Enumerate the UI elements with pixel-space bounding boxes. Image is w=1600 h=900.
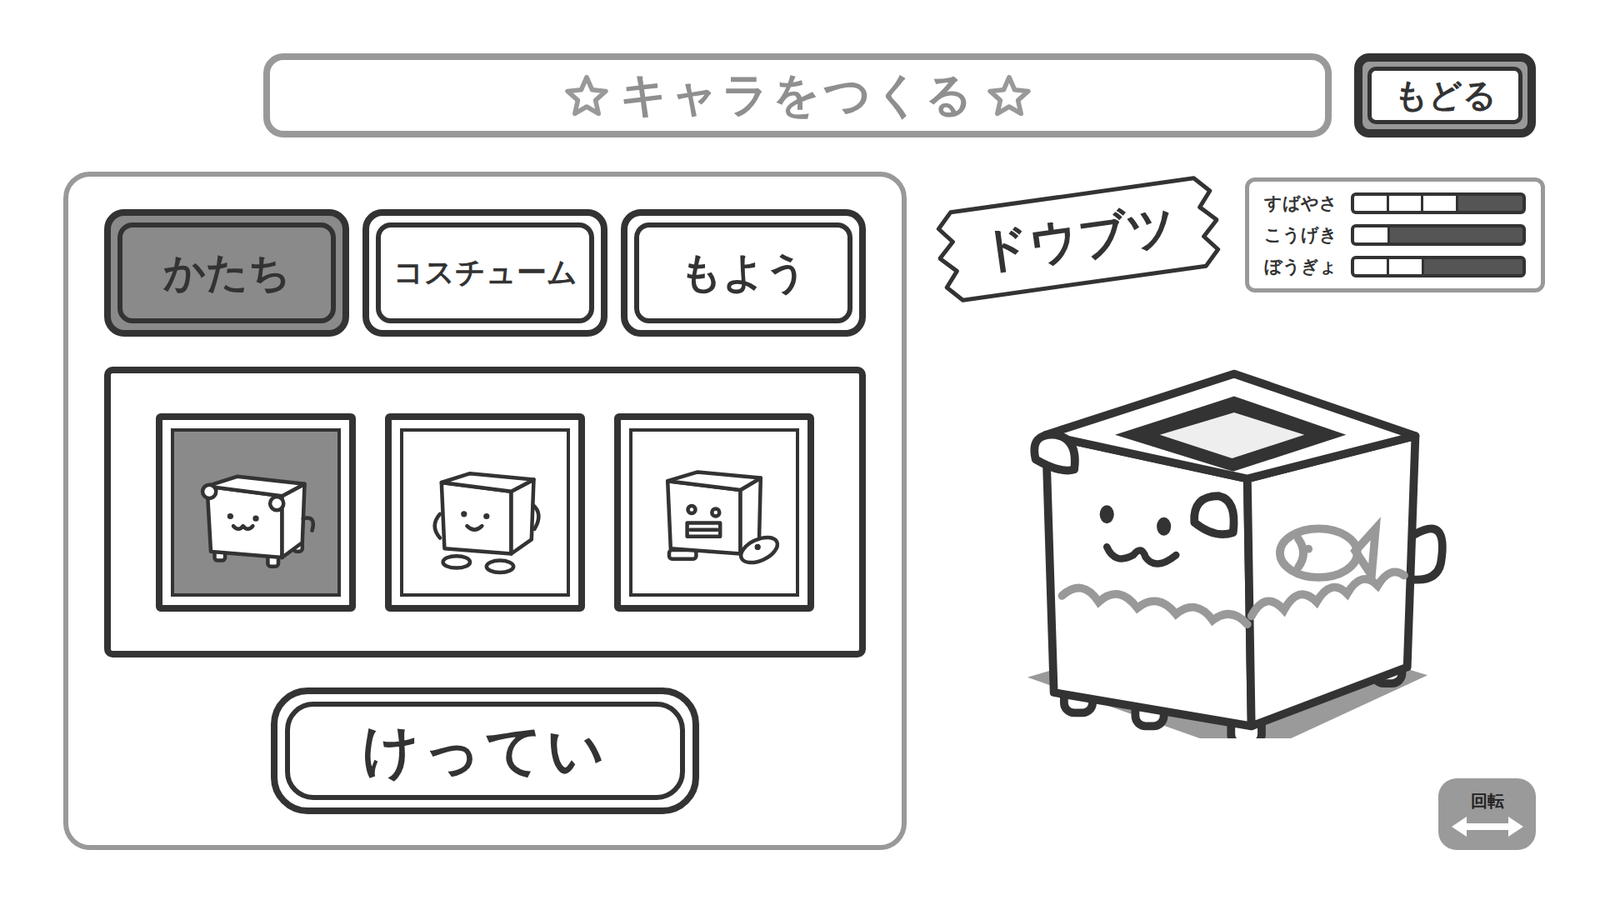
- rotate-button[interactable]: 回転: [1438, 778, 1536, 850]
- character-creator-screen: キャラをつくるもどるかたちコスチュームもようけっていドウブツすばやさこうげきぼう…: [0, 0, 1600, 900]
- tab-bar: かたちコスチュームもよう: [104, 209, 866, 337]
- star-icon: [563, 74, 610, 118]
- stat-segment: [1354, 227, 1390, 243]
- preview-area: ドウブツすばやさこうげきぼうぎょ回転: [906, 171, 1536, 850]
- star-icon: [985, 74, 1033, 118]
- tab-label: かたち: [117, 222, 336, 324]
- shape-preview: [629, 428, 800, 597]
- shape-preview: [400, 428, 570, 597]
- stat-segment: [1490, 259, 1523, 275]
- stat-segment: [1489, 227, 1523, 243]
- stat-bar: [1350, 192, 1526, 215]
- tab[interactable]: コスチューム: [362, 209, 608, 337]
- header: キャラをつくる もどる: [63, 53, 1536, 138]
- stat-segment: [1389, 195, 1425, 211]
- stat-segment: [1389, 259, 1425, 275]
- stat-row: こうげき: [1264, 223, 1526, 247]
- stat-name: すばやさ: [1264, 191, 1341, 215]
- tab-label: コスチューム: [375, 222, 595, 324]
- human-box-icon: [410, 445, 560, 580]
- editor-panel: かたちコスチュームもようけってい: [63, 171, 907, 850]
- tab[interactable]: かたち: [104, 209, 350, 337]
- stat-segment: [1457, 259, 1490, 275]
- stat-segment: [1423, 227, 1457, 243]
- rotate-label: 回転: [1470, 790, 1505, 813]
- stat-row: すばやさ: [1264, 191, 1526, 215]
- title-text: キャラをつくる: [620, 64, 976, 128]
- character-stage[interactable]: [936, 293, 1536, 779]
- tab[interactable]: もよう: [620, 209, 866, 337]
- confirm-label: けってい: [285, 701, 685, 800]
- type-ribbon: ドウブツ: [930, 165, 1227, 313]
- stat-segment: [1455, 227, 1490, 243]
- stat-segment: [1354, 195, 1390, 211]
- stat-segment: [1390, 227, 1424, 243]
- rotate-row: 回転: [936, 778, 1536, 850]
- stat-segment: [1490, 195, 1523, 211]
- back-label: もどる: [1367, 66, 1523, 125]
- stat-name: こうげき: [1264, 223, 1341, 247]
- info-row: ドウブツすばやさこうげきぼうぎょ: [936, 171, 1536, 294]
- shape-option[interactable]: [155, 413, 356, 612]
- animal-box-icon: [180, 445, 331, 580]
- stat-row: ぼうぎょ: [1264, 255, 1526, 279]
- shape-preview: [170, 428, 341, 597]
- stat-bar: [1350, 224, 1526, 246]
- tab-label: もよう: [634, 222, 853, 324]
- shape-options: [104, 366, 866, 658]
- character-preview-icon: [1020, 366, 1454, 739]
- back-button[interactable]: もどる: [1354, 53, 1536, 138]
- stat-bar: [1350, 255, 1526, 278]
- stat-segment: [1458, 195, 1491, 211]
- double-arrow-icon: [1450, 814, 1525, 840]
- shape-option[interactable]: [614, 413, 815, 612]
- stat-segment: [1354, 259, 1390, 275]
- stats-panel: すばやさこうげきぼうぎょ: [1245, 177, 1545, 293]
- confirm-button[interactable]: けってい: [270, 687, 700, 815]
- stat-name: ぼうぎょ: [1264, 255, 1341, 279]
- stat-segment: [1423, 195, 1459, 211]
- robot-box-icon: [639, 445, 790, 580]
- shape-option[interactable]: [385, 413, 585, 612]
- title-bar: キャラをつくる: [263, 53, 1332, 138]
- stat-segment: [1424, 259, 1457, 275]
